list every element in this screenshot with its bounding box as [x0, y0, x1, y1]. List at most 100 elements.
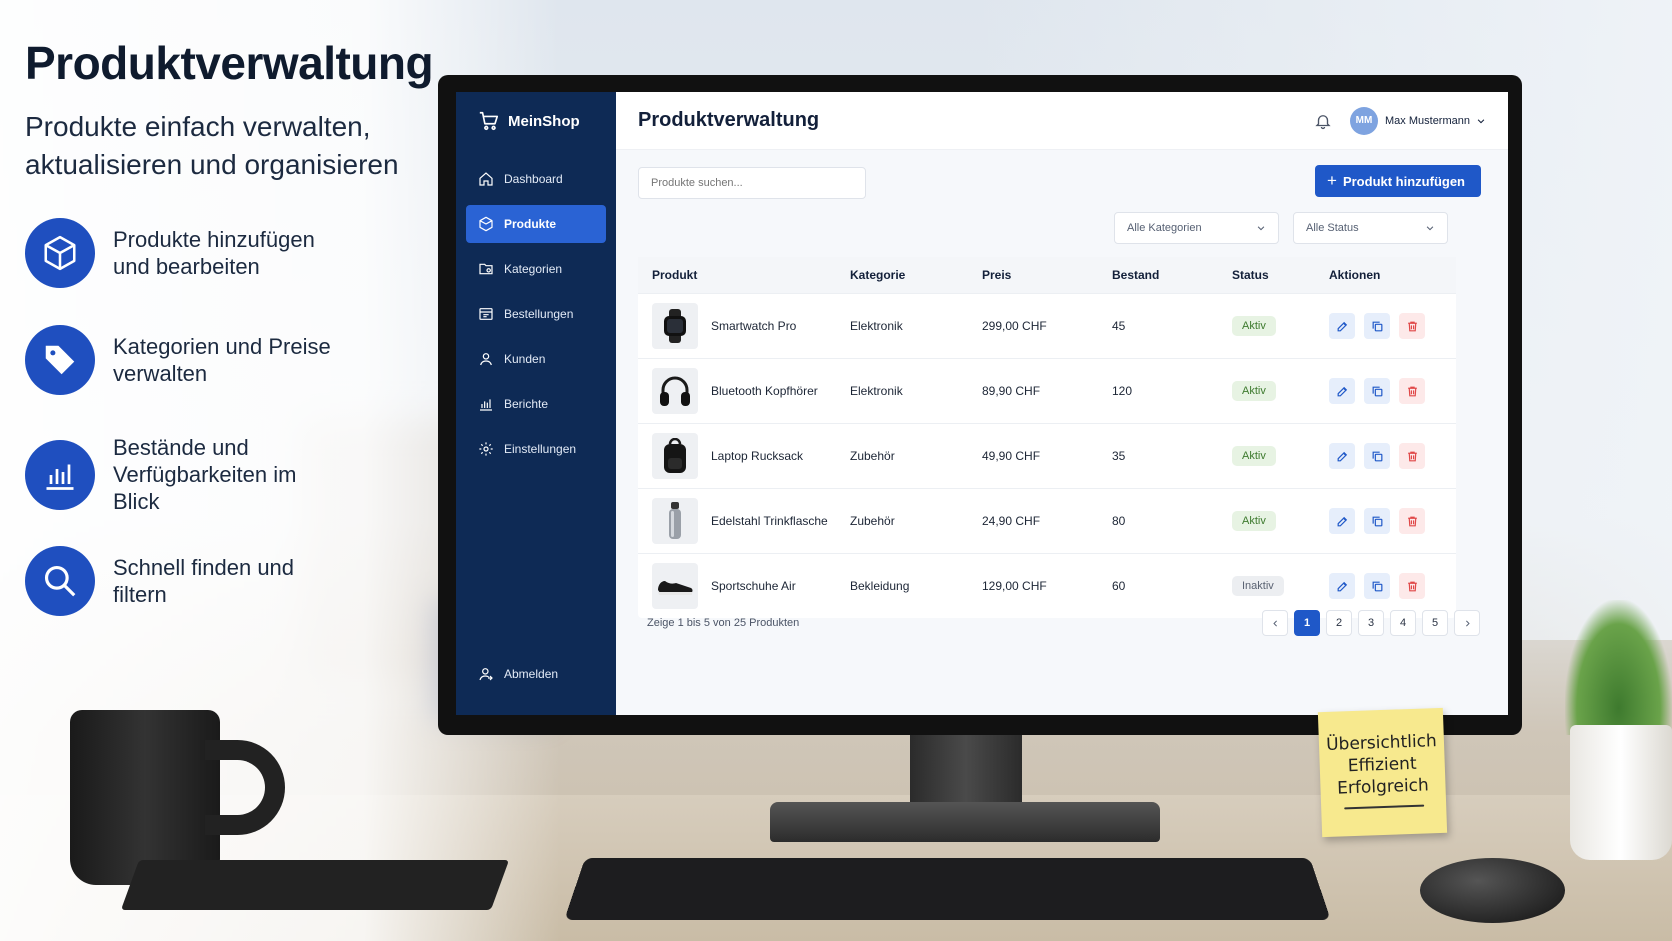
sticky-underline: [1343, 804, 1424, 810]
page-button[interactable]: 3: [1358, 610, 1384, 636]
user-icon: [480, 353, 492, 366]
feature-stock: Bestände und Verfügbarkeiten im Blick: [25, 434, 333, 515]
avatar: MM: [1350, 106, 1379, 135]
category-cell: Zubehör: [850, 449, 895, 463]
copy-button[interactable]: [1364, 378, 1390, 404]
prev-page-button[interactable]: [1262, 610, 1288, 636]
main-content: Produktverwaltung MM Max Mustermann + Pr…: [616, 92, 1508, 715]
toolbar: + Produkt hinzufügen Alle Kategorien All…: [616, 150, 1508, 260]
products-table: Produkt Kategorie Preis Bestand Status A…: [638, 257, 1456, 618]
copy-icon: [1372, 451, 1382, 461]
table-row[interactable]: Bluetooth Kopfhörer Elektronik 89,90 CHF…: [638, 358, 1456, 423]
copy-icon: [1372, 386, 1382, 396]
copy-button[interactable]: [1364, 573, 1390, 599]
delete-button[interactable]: [1399, 573, 1425, 599]
table-row[interactable]: Smartwatch Pro Elektronik 299,00 CHF 45 …: [638, 293, 1456, 358]
actions-cell: [1329, 313, 1449, 339]
sidebar-item-dashboard[interactable]: Dashboard: [466, 160, 606, 198]
page-button[interactable]: 2: [1326, 610, 1352, 636]
pagination: 1 2 3 4 5: [1256, 610, 1480, 636]
column-header[interactable]: Status: [1232, 268, 1329, 282]
delete-button[interactable]: [1399, 313, 1425, 339]
copy-button[interactable]: [1364, 313, 1390, 339]
actions-cell: [1329, 378, 1449, 404]
edit-button[interactable]: [1329, 573, 1355, 599]
edit-button[interactable]: [1329, 443, 1355, 469]
sticky-note: Übersichtlich Effizient Erfolgreich: [1317, 707, 1448, 838]
delete-button[interactable]: [1399, 508, 1425, 534]
sidebar-item-products[interactable]: Produkte: [466, 205, 606, 243]
status-filter[interactable]: Alle Status: [1293, 212, 1448, 244]
next-page-button[interactable]: [1454, 610, 1480, 636]
edit-icon: [1337, 581, 1347, 591]
table-row[interactable]: Sportschuhe Air Bekleidung 129,00 CHF 60…: [638, 553, 1456, 618]
product-cell: Bluetooth Kopfhörer: [638, 368, 850, 414]
logout-user-icon: [479, 668, 493, 681]
hero-title: Produktverwaltung: [25, 37, 434, 89]
page-button[interactable]: 5: [1422, 610, 1448, 636]
column-header[interactable]: Preis: [982, 268, 1112, 282]
sidebar-item-customers[interactable]: Kunden: [466, 340, 606, 378]
user-menu[interactable]: MM Max Mustermann: [1350, 106, 1486, 135]
page-button[interactable]: 1: [1294, 610, 1320, 636]
delete-button[interactable]: [1399, 378, 1425, 404]
brand[interactable]: MeinShop: [456, 92, 616, 150]
product-name: Bluetooth Kopfhörer: [711, 384, 818, 398]
gear-icon: [479, 442, 493, 456]
category-cell: Elektronik: [850, 319, 903, 333]
stock-cell: 60: [1112, 579, 1126, 593]
sidebar-item-settings[interactable]: Einstellungen: [466, 430, 606, 468]
status-badge: Aktiv: [1232, 381, 1276, 401]
add-product-label: Produkt hinzufügen: [1342, 173, 1465, 189]
status-badge: Inaktiv: [1232, 576, 1284, 596]
edit-icon: [1337, 386, 1347, 396]
page-button[interactable]: 4: [1390, 610, 1416, 636]
sidebar-item-categories[interactable]: Kategorien: [466, 250, 606, 288]
shoe-icon: [652, 563, 698, 609]
sidebar-item-label: Kategorien: [504, 262, 563, 276]
delete-button[interactable]: [1399, 443, 1425, 469]
sidebar-item-label: Dashboard: [504, 172, 563, 186]
chevron-down-icon: [1426, 226, 1434, 231]
product-name: Edelstahl Trinkflasche: [711, 514, 828, 528]
stock-cell: 80: [1112, 514, 1126, 528]
actions-cell: [1329, 573, 1449, 599]
column-header[interactable]: Produkt: [638, 268, 850, 282]
category-filter[interactable]: Alle Kategorien: [1114, 212, 1279, 244]
status-cell: Aktiv: [1232, 381, 1329, 401]
bottle-icon: [652, 498, 698, 544]
status-cell: Aktiv: [1232, 446, 1329, 466]
product-name: Laptop Rucksack: [711, 449, 804, 463]
category-cell: Zubehör: [850, 514, 895, 528]
logout-button[interactable]: Abmelden: [466, 655, 606, 693]
bell-icon[interactable]: [1314, 112, 1332, 130]
stock-cell: 35: [1112, 449, 1126, 463]
add-product-button[interactable]: + Produkt hinzufügen: [1315, 165, 1481, 197]
edit-button[interactable]: [1329, 313, 1355, 339]
column-header[interactable]: Bestand: [1112, 268, 1232, 282]
edit-button[interactable]: [1329, 378, 1355, 404]
status-badge: Aktiv: [1232, 316, 1276, 336]
column-header[interactable]: Kategorie: [850, 268, 982, 282]
computer-mouse: [1420, 858, 1565, 923]
sidebar-item-reports[interactable]: Berichte: [466, 385, 606, 423]
feature-categories: Kategorien und Preise verwalten: [25, 325, 333, 395]
copy-button[interactable]: [1364, 508, 1390, 534]
logout-label: Abmelden: [504, 667, 559, 681]
plant-pot: [1570, 725, 1672, 860]
copy-button[interactable]: [1364, 443, 1390, 469]
sidebar-item-label: Produkte: [504, 217, 557, 231]
sidebar-item-orders[interactable]: Bestellungen: [466, 295, 606, 333]
edit-button[interactable]: [1329, 508, 1355, 534]
status-filter-value: Alle Status: [1306, 222, 1359, 234]
search-input[interactable]: [638, 167, 866, 199]
brand-name: MeinShop: [508, 112, 580, 130]
folder-icon: [479, 263, 493, 275]
edit-icon: [1337, 516, 1347, 526]
sticky-line: Erfolgreich: [1336, 775, 1430, 799]
product-cell: Edelstahl Trinkflasche: [638, 498, 850, 544]
product-name: Sportschuhe Air: [711, 579, 796, 593]
copy-icon: [1372, 516, 1382, 526]
table-row[interactable]: Edelstahl Trinkflasche Zubehör 24,90 CHF…: [638, 488, 1456, 553]
table-row[interactable]: Laptop Rucksack Zubehör 49,90 CHF 35 Akt…: [638, 423, 1456, 488]
